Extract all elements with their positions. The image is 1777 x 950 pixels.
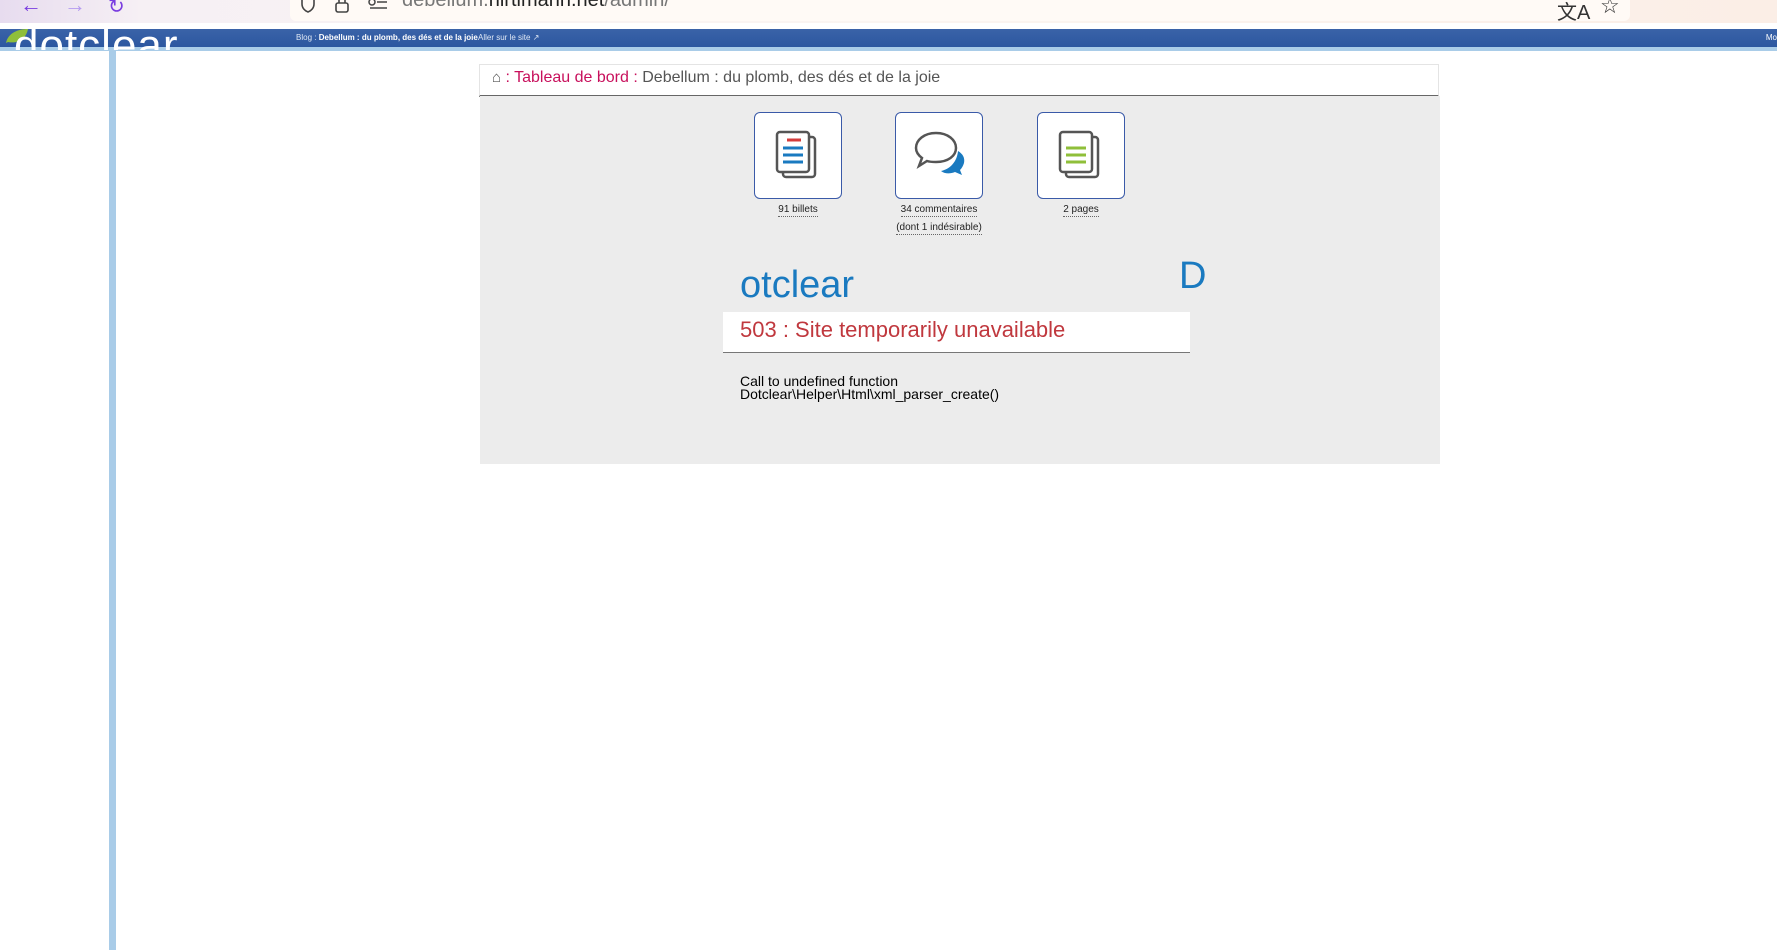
shield-icon — [301, 0, 315, 13]
error-message-line: Dotclear\Helper\Html\xml_parser_create() — [740, 386, 1000, 402]
lock-icon — [335, 0, 349, 13]
visit-site-label: Aller sur le site — [478, 33, 531, 42]
comments-icon — [914, 131, 965, 175]
breadcrumb-separator: : — [633, 69, 638, 86]
breadcrumb: ⌂ : Tableau de bord : Debellum : du plom… — [479, 64, 1439, 97]
sidebar-border — [109, 51, 116, 950]
shortcut-comments[interactable]: 34 commentaires (dont 1 indésirable) — [884, 112, 994, 235]
admin-topbar: Blog : Debellum : du plomb, des dés et d… — [0, 29, 1777, 47]
current-blog[interactable]: Blog : Debellum : du plomb, des dés et d… — [296, 33, 478, 42]
browser-toolbar: ← → ↻ debellum.hirtimann.net/admin/ 文A ☆ — [0, 0, 1777, 23]
visit-site-link[interactable]: Aller sur le site ↗ — [478, 33, 539, 42]
breadcrumb-current: Debellum : du plomb, des dés et de la jo… — [642, 69, 941, 86]
url-bar[interactable]: debellum.hirtimann.net/admin/ — [290, 0, 1630, 21]
permissions-icon[interactable] — [368, 0, 388, 10]
external-link-icon: ↗ — [532, 33, 540, 42]
error-header: 503 : Site temporarily unavailable — [723, 312, 1190, 353]
url-path: /admin/ — [604, 0, 670, 11]
breadcrumb-separator: : — [505, 69, 510, 86]
url-text: debellum.hirtimann.net/admin/ — [402, 0, 670, 12]
breadcrumb-trail: ⌂ : Tableau de bord : Debellum : du plom… — [492, 69, 940, 87]
error-title: 503 : Site temporarily unavailable — [740, 317, 1066, 342]
posts-icon — [775, 130, 817, 179]
back-arrow-icon[interactable]: ← — [20, 0, 42, 18]
url-domain: hirtimann.net — [488, 0, 605, 11]
blog-name: Debellum : du plomb, des dés et de la jo… — [318, 33, 478, 42]
shortcut-posts-label[interactable]: 91 billets — [778, 204, 818, 217]
comments-tile[interactable] — [895, 112, 983, 199]
star-icon[interactable]: ☆ — [1600, 0, 1620, 19]
pages-tile[interactable] — [1037, 112, 1125, 199]
shortcut-pages[interactable]: 2 pages — [1026, 112, 1136, 217]
pages-icon — [1058, 130, 1100, 179]
url-domain-prefix: debellum. — [402, 0, 489, 11]
error-message: Call to undefined function Dotclear\Help… — [740, 374, 1070, 402]
shortcut-comments-label[interactable]: 34 commentaires — [900, 204, 978, 217]
shortcut-posts[interactable]: 91 billets — [743, 112, 853, 217]
shortcut-comments-spam[interactable]: (dont 1 indésirable) — [896, 222, 982, 235]
my-account-link[interactable]: Mo — [1766, 33, 1777, 42]
forward-arrow-icon[interactable]: → — [64, 0, 86, 18]
home-icon[interactable]: ⌂ — [492, 69, 501, 86]
shortcut-pages-label[interactable]: 2 pages — [1063, 204, 1099, 217]
translate-icon[interactable]: 文A — [1557, 0, 1590, 23]
dashboard-panel: 91 billets 34 commentaires (dont 1 indés… — [480, 96, 1440, 464]
topbar-accent-line — [0, 47, 1777, 51]
blog-prefix: Blog : — [296, 33, 317, 42]
reload-icon[interactable]: ↻ — [108, 0, 125, 19]
breadcrumb-dashboard-link[interactable]: Tableau de bord — [514, 69, 629, 86]
error-brand-initial: D — [1179, 255, 1207, 297]
dotclear-logo[interactable]: dotclear — [14, 24, 179, 50]
posts-tile[interactable] — [754, 112, 842, 199]
error-brand: otclear — [740, 264, 855, 306]
